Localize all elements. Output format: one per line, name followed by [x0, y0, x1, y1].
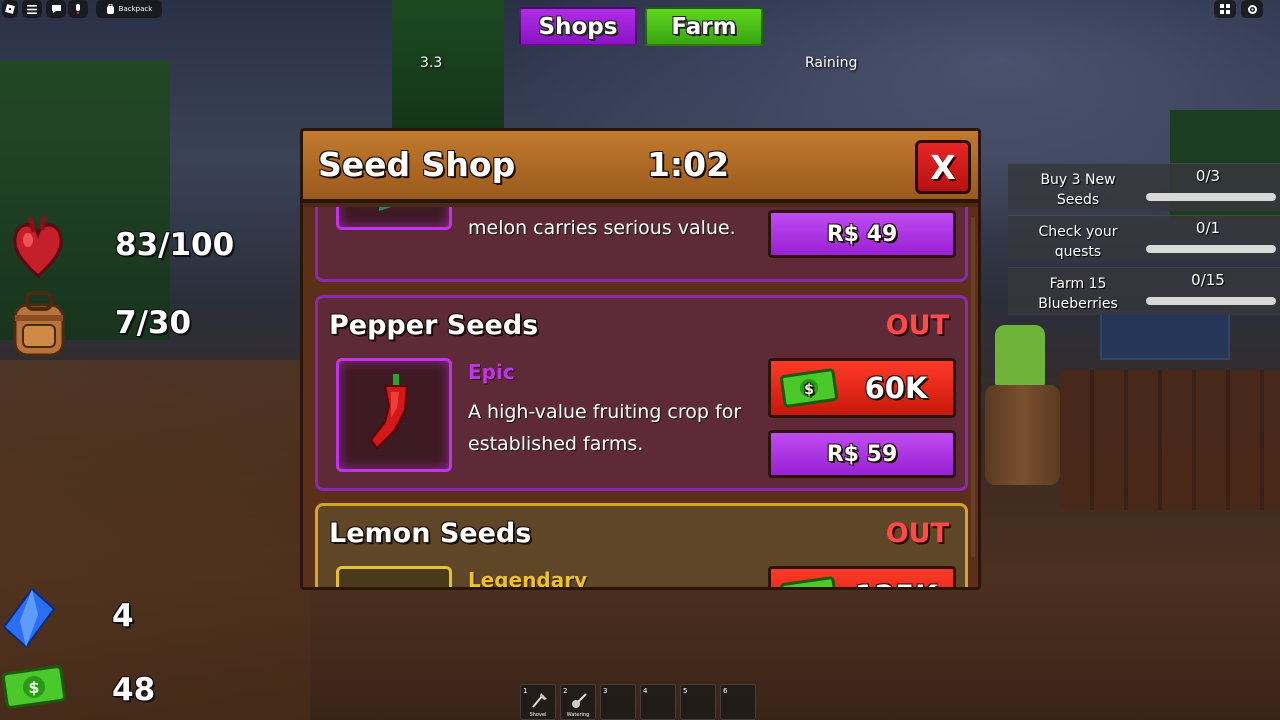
quest-title: Check your quests [1038, 224, 1118, 260]
item-image [336, 207, 452, 230]
gem-icon [0, 586, 58, 650]
hotbar-slot[interactable]: 6 [720, 684, 756, 720]
cash-buy-button[interactable]: $ 125K [768, 566, 956, 587]
quest-count: 0/3 [1195, 167, 1221, 185]
hotbar-slot[interactable]: 5 [680, 684, 716, 720]
roblox-menu-icon[interactable] [2, 0, 18, 18]
microphone-icon[interactable] [68, 0, 88, 18]
restock-timer: 1:02 [646, 145, 730, 184]
background-fence [1060, 370, 1280, 510]
quest-progress-bar [1146, 193, 1276, 201]
hotbar-slot[interactable]: 4 [640, 684, 676, 720]
cash-price: 125K [851, 579, 941, 587]
quest-progress-bar [1146, 245, 1276, 253]
item-image [336, 566, 452, 587]
quest-count: 0/15 [1191, 271, 1225, 289]
hamburger-menu-icon[interactable] [22, 0, 42, 18]
heart-icon [8, 212, 68, 282]
quest-item: Check your quests 0/1 [1008, 215, 1280, 263]
hotbar: 1 Shovel 2 Watering 3 4 5 6 [520, 684, 756, 720]
robux-buy-button[interactable]: R$ 49 [768, 210, 956, 258]
cash-icon: $ [779, 575, 839, 587]
background-sign [1100, 310, 1230, 360]
melon-seed-icon [379, 207, 392, 211]
slot-number: 1 [523, 687, 528, 695]
svg-text:$: $ [28, 678, 39, 697]
hotbar-slot[interactable]: 1 Shovel [520, 684, 556, 720]
slot-number: 5 [683, 687, 688, 695]
quest-count: 0/1 [1195, 219, 1221, 237]
backpack-label: Backpack [118, 5, 153, 13]
seed-shop-panel: Seed Shop 1:02 X melon carries serious v… [300, 128, 981, 590]
shop-item-list[interactable]: melon carries serious value. R$ 49 Peppe… [303, 207, 978, 590]
shovel-icon [532, 693, 547, 708]
item-description: A high-value fruiting crop for establish… [468, 401, 742, 455]
shop-title: Seed Shop [318, 145, 516, 184]
settings-icon[interactable] [1241, 0, 1263, 18]
health-value: 83/100 [115, 227, 235, 263]
backpack-button[interactable]: Backpack [96, 0, 162, 18]
quest-title: Buy 3 New Seeds [1040, 172, 1116, 208]
shop-item-pepper: Pepper Seeds OUT Epic A high-value fruit… [315, 295, 968, 491]
hotbar-slot[interactable]: 2 Watering [560, 684, 596, 720]
item-image [336, 358, 452, 472]
item-name: Pepper Seeds [329, 310, 539, 341]
shops-button[interactable]: Shops [519, 7, 637, 46]
robux-buy-button[interactable]: R$ 59 [768, 430, 956, 478]
slot-label: Shovel [529, 712, 547, 718]
svg-text:$: $ [804, 382, 814, 398]
watering-tool-icon [572, 693, 587, 708]
background-barrel [985, 385, 1060, 485]
quest-item: Buy 3 New Seeds 0/3 [1008, 163, 1280, 211]
item-name: Lemon Seeds [329, 518, 532, 549]
background-tree [392, 0, 504, 140]
backpack-icon [6, 288, 72, 360]
pepper-icon [369, 374, 409, 450]
backpack-small-icon [106, 4, 114, 14]
cash-price: 60K [864, 371, 928, 405]
slot-number: 4 [643, 687, 648, 695]
quest-title: Farm 15 Blueberries [1038, 276, 1118, 312]
stock-status: OUT [885, 518, 949, 549]
farm-button[interactable]: Farm [645, 7, 763, 46]
quest-progress-bar [1146, 297, 1276, 305]
hotbar-slot[interactable]: 3 [600, 684, 636, 720]
weather-label: Raining [805, 55, 858, 71]
backpack-capacity-value: 7/30 [115, 305, 192, 341]
shop-item-melon: melon carries serious value. R$ 49 [315, 207, 968, 282]
cash-icon: $ [779, 367, 839, 416]
cash-icon: $ [0, 660, 68, 714]
grid-icon[interactable] [1214, 0, 1236, 18]
slot-number: 3 [603, 687, 608, 695]
scrollbar[interactable] [971, 217, 975, 557]
cash-value: 48 [112, 672, 156, 708]
slot-number: 6 [723, 687, 728, 695]
shop-item-lemon: Lemon Seeds OUT Legendary $ 125K [315, 503, 968, 590]
item-description: melon carries serious value. [468, 217, 736, 239]
rarity-label: Legendary [468, 568, 588, 590]
cash-buy-button[interactable]: $ 60K [768, 358, 956, 418]
hud-readout: 3.3 [420, 55, 443, 71]
chat-icon[interactable] [46, 0, 66, 18]
shop-header: Seed Shop 1:02 X [303, 131, 978, 203]
background-plant [995, 325, 1045, 385]
slot-label: Watering [566, 712, 590, 718]
close-button[interactable]: X [915, 140, 971, 194]
quest-item: Farm 15 Blueberries 0/15 [1008, 267, 1280, 315]
stock-status: OUT [885, 310, 949, 341]
rarity-label: Epic [468, 360, 515, 384]
slot-number: 2 [563, 687, 568, 695]
gems-value: 4 [112, 598, 134, 634]
